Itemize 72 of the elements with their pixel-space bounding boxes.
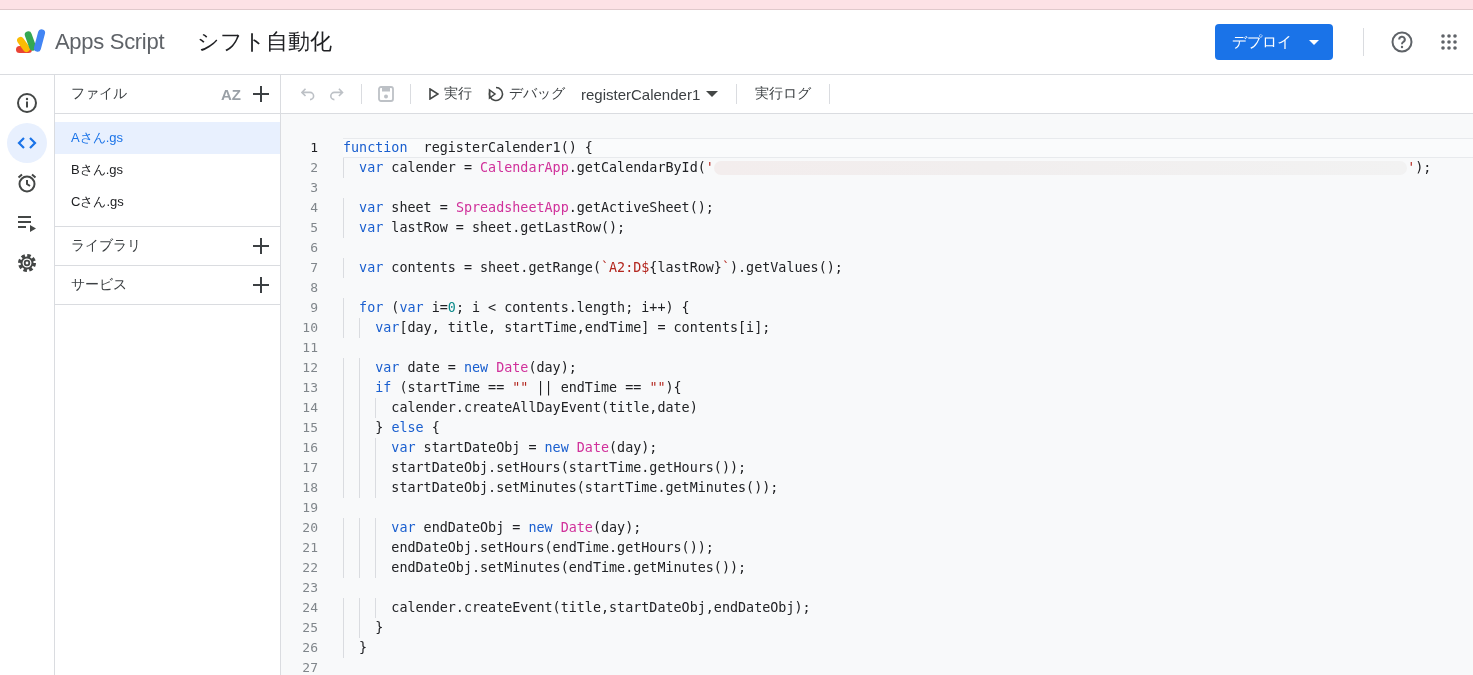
line-number: 2 [309,159,318,177]
code-line: var startDateObj = new Date(day); [343,438,1473,458]
product-name: Apps Script [55,29,165,55]
code-nav-button[interactable] [7,123,47,163]
code-line: } [343,638,1473,658]
line-number: 22 [301,559,318,577]
line-number: 10 [301,319,318,337]
code-line: startDateObj.setMinutes(startTime.getMinutes()); [343,478,1473,498]
debug-button[interactable]: デバッグ [480,79,573,109]
code-line: for (var i=0; i < contents.length; i++) { [343,298,1473,318]
function-select[interactable]: registerCalender1 [573,79,727,109]
line-number: 20 [301,519,318,537]
line-number: 3 [309,179,318,197]
add-icon[interactable] [253,277,269,293]
play-icon [429,88,439,100]
line-number: 21 [301,539,318,557]
caret-icon [1309,39,1319,45]
code-line: var calender = CalendarApp.getCalendarById(' '); [343,158,1473,178]
line-number: 26 [301,639,318,657]
line-number: 25 [301,619,318,637]
line-number: 23 [301,579,318,597]
line-number: 1 [309,139,318,157]
add-icon[interactable] [253,238,269,254]
line-number: 13 [301,379,318,397]
line-number: 6 [309,239,318,257]
line-number: 5 [309,219,318,237]
code-line: if (startTime == "" || endTime == ""){ [343,378,1473,398]
code-line: endDateObj.setMinutes(endTime.getMinutes()); [343,558,1473,578]
code-line: } [343,618,1473,638]
alarm-clock-icon [16,172,38,194]
execution-log-button[interactable]: 実行ログ [747,79,820,109]
line-number: 9 [309,299,318,317]
file-item[interactable]: Bさん.gs [55,154,280,186]
line-number: 18 [301,479,318,497]
files-heading: ファイル [71,85,128,103]
file-item[interactable]: Aさん.gs [55,122,280,154]
line-number: 11 [301,339,318,357]
line-number: 19 [301,499,318,517]
code-line: var[day, title, startTime,endTime] = contents[i]; [343,318,1473,338]
code-line: var date = new Date(day); [343,358,1473,378]
add-icon[interactable] [253,86,269,102]
project-title[interactable]: シフト自動化 [197,27,333,57]
code-line: var contents = sheet.getRange(`A2:D${lastRow}`).getValues(); [343,258,1473,278]
debug-icon [488,86,504,102]
code-line: var sheet = SpreadsheetApp.getActiveSheet(); [343,198,1473,218]
apps-grid-icon[interactable] [1441,34,1457,50]
caret-icon [706,91,719,97]
code-line: var endDateObj = new Date(day); [343,518,1473,538]
code-line: startDateObj.setHours(startTime.getHours()); [343,458,1473,478]
section-heading: サービス [71,276,128,294]
help-icon[interactable] [1390,30,1414,54]
deploy-button[interactable]: デプロイ [1215,24,1333,60]
line-number: 7 [309,259,318,277]
run-button[interactable]: 実行 [421,79,480,109]
code-line: var lastRow = sheet.getLastRow(); [343,218,1473,238]
file-item[interactable]: Cさん.gs [55,186,280,218]
info-icon [16,92,38,114]
section-heading: ライブラリ [71,237,142,255]
line-number: 12 [301,359,318,377]
code-line: calender.createAllDayEvent(title,date) [343,398,1473,418]
code-line: endDateObj.setHours(endTime.getHours()); [343,538,1473,558]
line-number: 15 [301,419,318,437]
line-number: 4 [309,199,318,217]
settings-icon [16,252,38,274]
line-number: 14 [301,399,318,417]
line-number: 8 [309,279,318,297]
line-number: 17 [301,459,318,477]
code-line: } else { [343,418,1473,438]
line-number: 27 [301,659,318,675]
line-number: 16 [301,439,318,457]
code-line: calender.createEvent(title,startDateObj,endDateObj); [343,598,1473,618]
line-number: 24 [301,599,318,617]
